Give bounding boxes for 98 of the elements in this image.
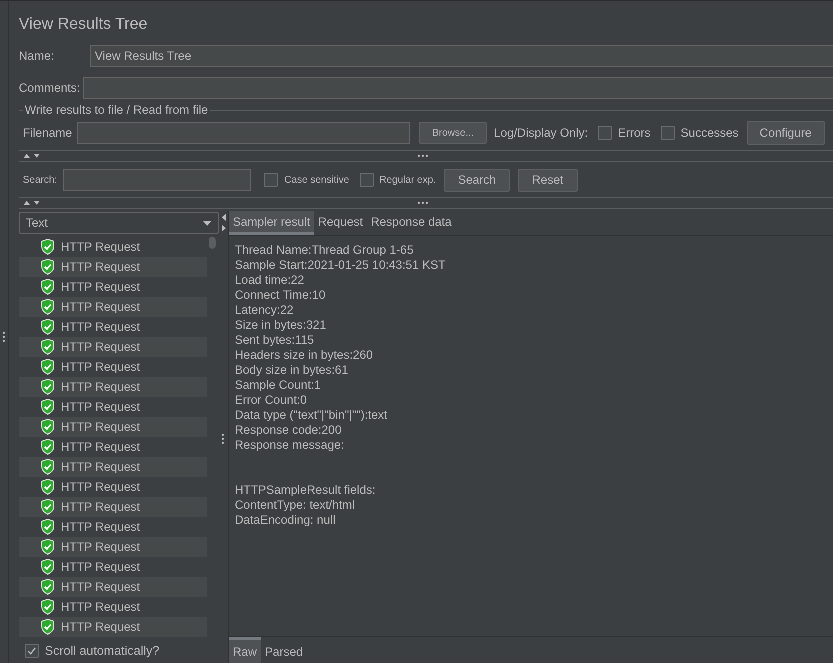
result-line: Size in bytes:321 bbox=[235, 318, 328, 333]
search-button[interactable]: Search bbox=[444, 168, 510, 192]
result-item[interactable]: HTTP Request bbox=[19, 357, 207, 377]
shield-check-icon bbox=[41, 299, 55, 315]
field-label: Search: bbox=[23, 174, 58, 186]
result-item[interactable]: HTTP Request bbox=[19, 417, 207, 437]
tab[interactable]: Request bbox=[314, 211, 368, 235]
shield-check-icon bbox=[41, 479, 55, 495]
shield-check-icon bbox=[41, 239, 55, 255]
result-line: Sample Count:1 bbox=[235, 378, 322, 393]
comments-field[interactable] bbox=[83, 77, 833, 99]
shield-check-icon bbox=[41, 439, 55, 455]
browse-button[interactable]: Browse... bbox=[419, 122, 488, 144]
result-item[interactable]: HTTP Request bbox=[19, 557, 207, 577]
result-item[interactable]: HTTP Request bbox=[19, 477, 207, 497]
shield-check-icon bbox=[41, 559, 55, 575]
section-legend: Write results to file / Read from file bbox=[23, 103, 210, 117]
reset-button[interactable]: Reset bbox=[518, 168, 578, 192]
shield-check-icon bbox=[41, 319, 55, 335]
result-item[interactable]: HTTP Request bbox=[19, 337, 207, 357]
result-item[interactable]: HTTP Request bbox=[19, 237, 207, 257]
tab[interactable]: Sampler result bbox=[229, 211, 314, 235]
field-label: Comments: bbox=[19, 81, 80, 95]
shield-check-icon bbox=[41, 339, 55, 355]
result-item[interactable]: HTTP Request bbox=[19, 397, 207, 417]
scrollbar-thumb[interactable] bbox=[209, 237, 216, 249]
shield-check-icon bbox=[41, 539, 55, 555]
shield-check-icon bbox=[41, 599, 55, 615]
result-line: ContentType: text/html bbox=[235, 498, 356, 513]
shield-check-icon bbox=[41, 579, 55, 595]
shield-check-icon bbox=[41, 379, 55, 395]
shield-check-icon bbox=[41, 359, 55, 375]
checkbox-label: Successes bbox=[680, 126, 739, 140]
checkbox[interactable] bbox=[264, 173, 278, 187]
result-item[interactable]: HTTP Request bbox=[19, 297, 207, 317]
shield-check-icon bbox=[41, 499, 55, 515]
checkbox-label: Case sensitive bbox=[284, 174, 350, 186]
result-line: Thread Name:Thread Group 1-65 bbox=[235, 243, 415, 258]
configure-button[interactable]: Configure bbox=[746, 121, 825, 145]
shield-check-icon bbox=[41, 619, 55, 635]
result-item[interactable]: HTTP Request bbox=[19, 497, 207, 517]
result-item[interactable]: HTTP Request bbox=[19, 617, 207, 637]
search-field[interactable] bbox=[63, 169, 252, 191]
result-item[interactable]: HTTP Request bbox=[19, 437, 207, 457]
field-label: Filename bbox=[23, 126, 72, 140]
result-line: DataEncoding: null bbox=[235, 513, 337, 528]
result-line: Latency:22 bbox=[235, 303, 295, 318]
checkbox[interactable] bbox=[598, 126, 612, 140]
caret-icon bbox=[203, 220, 212, 226]
result-line: Sent bytes:115 bbox=[235, 333, 316, 348]
result-item[interactable]: HTTP Request bbox=[19, 537, 207, 557]
result-line: Body size in bytes:61 bbox=[235, 363, 350, 378]
filename-field[interactable] bbox=[77, 122, 410, 144]
tab[interactable]: Parsed bbox=[261, 637, 308, 663]
result-line: Response message: bbox=[235, 438, 346, 453]
checkbox[interactable] bbox=[660, 126, 675, 140]
shield-check-icon bbox=[41, 519, 55, 535]
panel-title: View Results Tree bbox=[19, 15, 149, 35]
check-icon bbox=[26, 645, 38, 657]
checkbox-label: Errors bbox=[618, 126, 651, 140]
result-item[interactable]: HTTP Request bbox=[19, 257, 207, 277]
result-line: Sample Start:2021-01-25 10:43:51 KST bbox=[235, 258, 447, 273]
checkbox-label: Scroll automatically? bbox=[45, 644, 160, 658]
result-item[interactable]: HTTP Request bbox=[19, 317, 207, 337]
field-label: Log/Display Only: bbox=[494, 126, 588, 140]
shield-check-icon bbox=[41, 419, 55, 435]
collapse-arrows-icon[interactable] bbox=[221, 213, 226, 233]
result-line: HTTPSampleResult fields: bbox=[235, 483, 377, 498]
result-item[interactable]: HTTP Request bbox=[19, 597, 207, 617]
renderer-dropdown[interactable]: Text bbox=[19, 212, 219, 234]
drag-handle-icon[interactable] bbox=[2, 331, 6, 343]
result-item[interactable]: HTTP Request bbox=[19, 377, 207, 397]
shield-check-icon bbox=[41, 459, 55, 475]
collapse-arrows-icon[interactable] bbox=[23, 200, 41, 206]
result-line: Response code:200 bbox=[235, 423, 343, 438]
shield-check-icon bbox=[41, 259, 55, 275]
result-item[interactable]: HTTP Request bbox=[19, 277, 207, 297]
tab[interactable]: Response data bbox=[367, 211, 456, 235]
field-label: Name: bbox=[19, 48, 56, 62]
shield-check-icon bbox=[41, 399, 55, 415]
result-line: Connect Time:10 bbox=[235, 288, 327, 303]
checkbox[interactable] bbox=[25, 644, 39, 658]
collapse-arrows-icon[interactable] bbox=[23, 153, 41, 159]
result-line: Error Count:0 bbox=[235, 393, 308, 408]
tab[interactable]: Raw bbox=[229, 637, 262, 663]
result-item[interactable]: HTTP Request bbox=[19, 577, 207, 597]
drag-handle-icon[interactable] bbox=[221, 433, 225, 445]
result-item[interactable]: HTTP Request bbox=[19, 517, 207, 537]
result-line: Data type ("text"|"bin"|""):text bbox=[235, 408, 389, 423]
drag-handle-icon[interactable] bbox=[417, 201, 429, 205]
checkbox[interactable] bbox=[360, 173, 374, 187]
result-line: Headers size in bytes:260 bbox=[235, 348, 374, 363]
shield-check-icon bbox=[41, 279, 55, 295]
name-field[interactable]: View Results Tree bbox=[90, 44, 833, 66]
result-line: Load time:22 bbox=[235, 273, 306, 288]
checkbox-label: Regular exp. bbox=[380, 174, 436, 186]
drag-handle-icon[interactable] bbox=[417, 154, 429, 158]
result-item[interactable]: HTTP Request bbox=[19, 457, 207, 477]
